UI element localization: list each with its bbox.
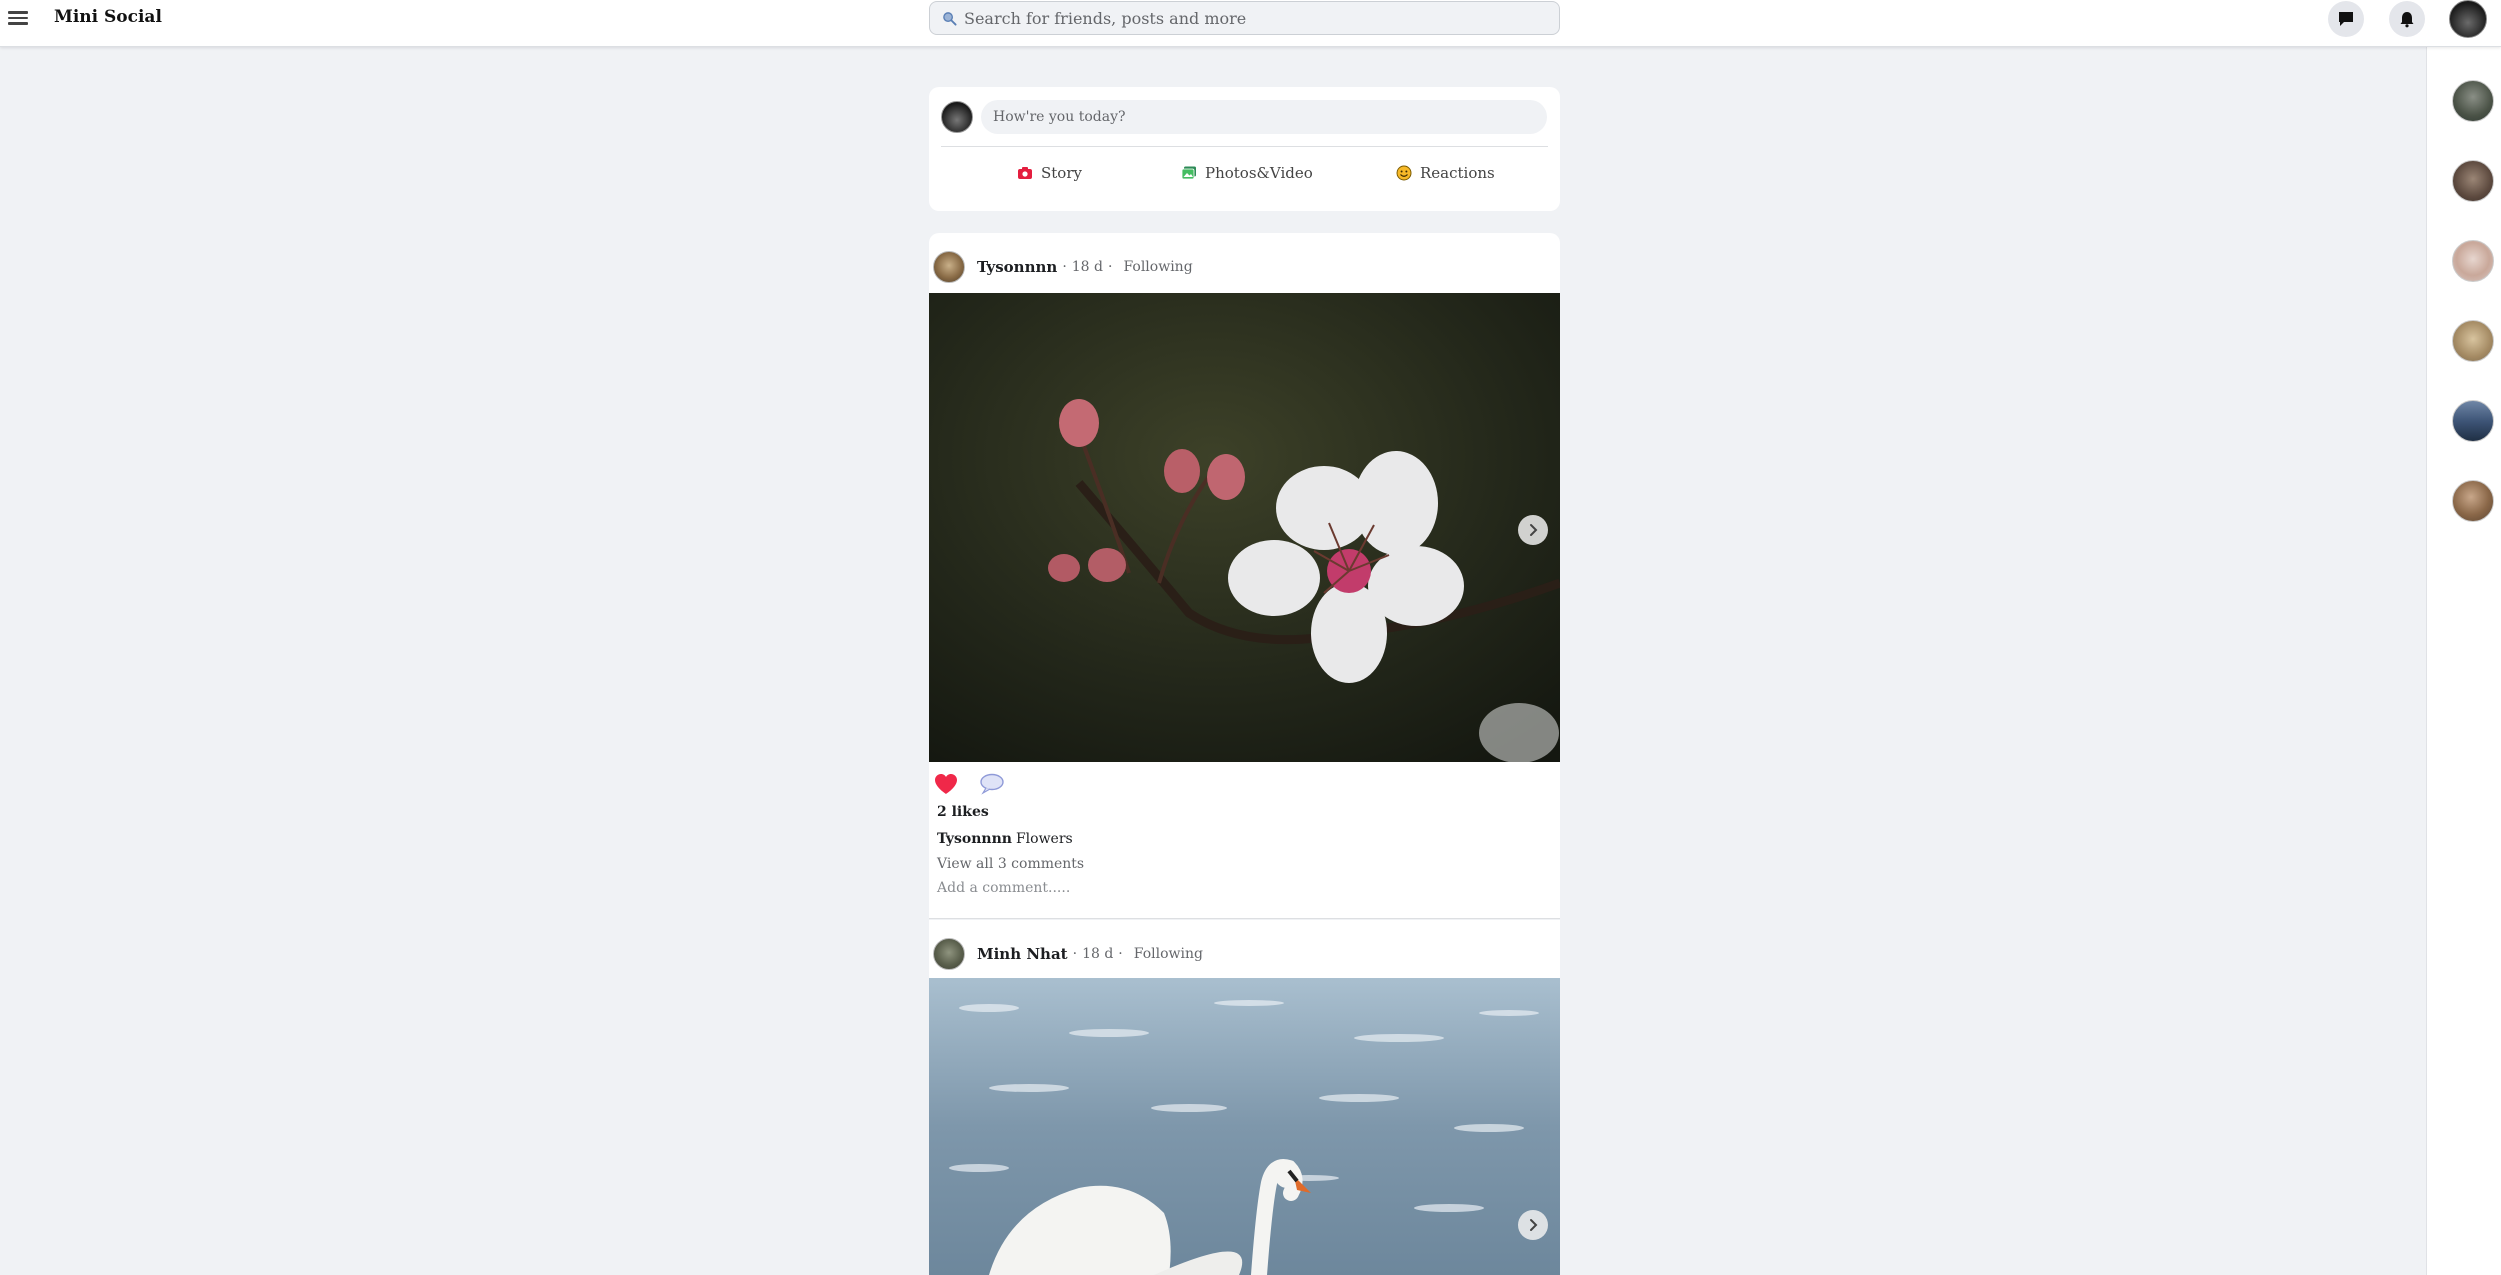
caption-text: Flowers	[1015, 831, 1073, 847]
notifications-button[interactable]	[2389, 1, 2425, 37]
contact-avatar[interactable]	[2452, 400, 2494, 442]
status-input[interactable]: How're you today?	[981, 100, 1547, 134]
search-icon	[943, 11, 957, 26]
story-label: Story	[1041, 164, 1082, 182]
post-actions	[933, 772, 1005, 796]
post-caption: Tysonnnn Flowers	[937, 831, 1073, 847]
chevron-right-icon	[1530, 524, 1538, 536]
follow-status[interactable]: Following	[1123, 259, 1192, 275]
view-comments-link[interactable]: View all 3 comments	[937, 856, 1084, 872]
hamburger-menu-icon[interactable]	[8, 8, 30, 28]
current-user-avatar[interactable]	[2449, 0, 2487, 38]
post-image[interactable]	[929, 293, 1560, 762]
top-navigation-bar: Mini Social Search for friends, posts an…	[0, 0, 2501, 47]
contacts-sidebar	[2426, 47, 2501, 1275]
composer-user-avatar	[941, 101, 973, 133]
separator-dot: ·	[1118, 946, 1123, 962]
reactions-button[interactable]: Reactions	[1396, 159, 1495, 187]
story-button[interactable]: Story	[1017, 159, 1082, 187]
contact-avatar[interactable]	[2452, 80, 2494, 122]
reactions-label: Reactions	[1420, 164, 1495, 182]
separator-dot: ·	[1062, 259, 1067, 275]
post-header: Tysonnnn · 18 d · Following	[933, 250, 1193, 284]
white-blossom-photo	[929, 293, 1560, 762]
author-avatar[interactable]	[933, 938, 965, 970]
messages-button[interactable]	[2328, 1, 2364, 37]
post-time: 18 d	[1082, 946, 1114, 962]
search-input[interactable]: Search for friends, posts and more	[929, 1, 1560, 35]
next-image-button[interactable]	[1518, 515, 1548, 545]
heart-icon[interactable]	[933, 772, 959, 796]
comment-icon[interactable]	[979, 773, 1005, 795]
likes-count[interactable]: 2 likes	[937, 804, 989, 820]
author-avatar[interactable]	[933, 251, 965, 283]
add-comment-input[interactable]: Add a comment.....	[937, 880, 1070, 896]
post-header: Minh Nhat · 18 d · Following	[933, 937, 1203, 971]
chevron-right-icon	[1530, 1219, 1538, 1231]
post-composer: How're you today? Story Photos&Video Rea…	[929, 87, 1560, 211]
next-image-button[interactable]	[1518, 1210, 1548, 1240]
caption-username[interactable]: Tysonnnn	[937, 831, 1012, 847]
camera-icon	[1018, 167, 1032, 179]
author-name[interactable]: Minh Nhat	[977, 945, 1068, 963]
separator-dot: ·	[1108, 259, 1113, 275]
photos-video-label: Photos&Video	[1205, 164, 1313, 182]
photos-icon	[1181, 166, 1196, 180]
photos-video-button[interactable]: Photos&Video	[1181, 159, 1313, 187]
bell-icon	[2400, 12, 2414, 28]
contact-avatar[interactable]	[2452, 480, 2494, 522]
author-name[interactable]: Tysonnnn	[977, 258, 1057, 276]
separator-dot: ·	[1072, 946, 1078, 962]
emoji-icon	[1396, 165, 1412, 181]
follow-status[interactable]: Following	[1134, 946, 1203, 962]
post-image[interactable]	[929, 978, 1560, 1275]
search-placeholder: Search for friends, posts and more	[964, 8, 1247, 28]
white-swan-on-water-photo	[929, 978, 1560, 1275]
app-logo[interactable]: Mini Social	[54, 7, 162, 27]
message-icon	[2339, 12, 2353, 26]
contact-avatar[interactable]	[2452, 320, 2494, 362]
feed-post: Tysonnnn · 18 d · Following 2 likes Tyso…	[929, 233, 1560, 919]
feed-post: Minh Nhat · 18 d · Following	[929, 920, 1560, 1275]
divider	[941, 146, 1548, 147]
post-time: 18 d	[1071, 259, 1103, 275]
contact-avatar[interactable]	[2452, 160, 2494, 202]
contact-avatar[interactable]	[2452, 240, 2494, 282]
